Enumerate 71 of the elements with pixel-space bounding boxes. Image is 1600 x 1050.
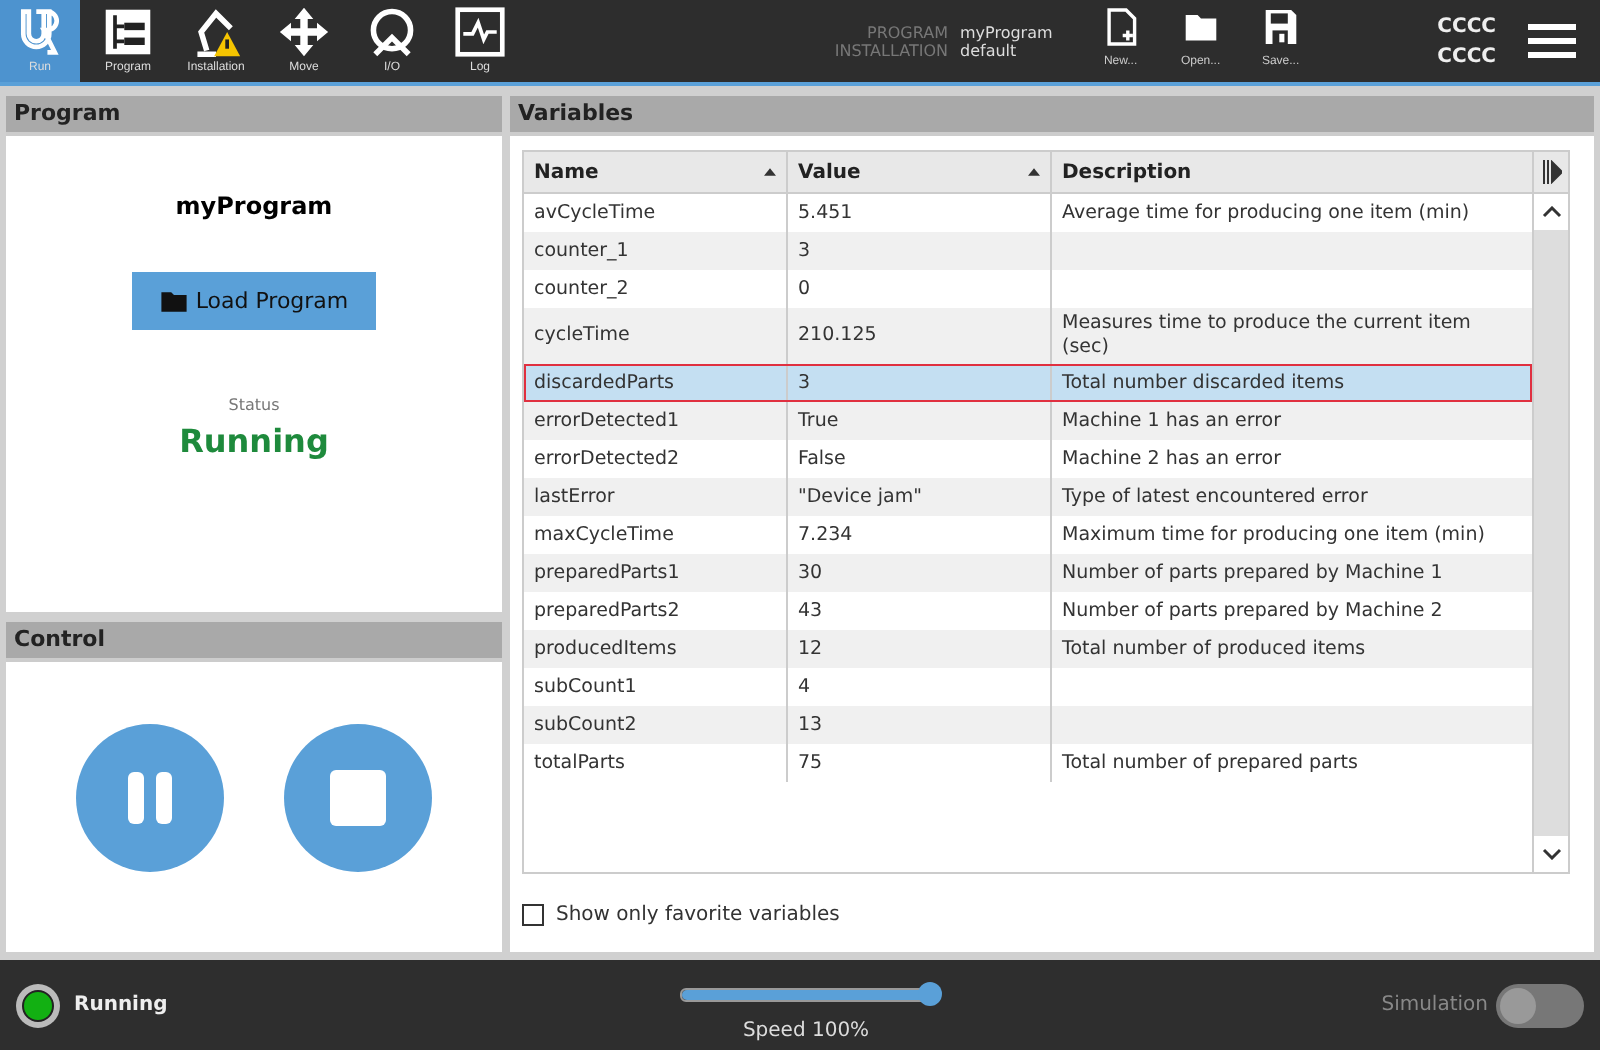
table-cell: 3 bbox=[788, 232, 1052, 270]
variable-row[interactable]: producedItems 12 Total number of produced items bbox=[524, 630, 1532, 668]
variable-row[interactable]: errorDetected1 True Machine 1 has an error bbox=[524, 402, 1532, 440]
column-header[interactable]: Value bbox=[788, 152, 1052, 192]
io-dial-icon bbox=[366, 6, 418, 58]
table-cell-text: Type of latest encountered error bbox=[1060, 483, 1370, 511]
table-cell: True bbox=[788, 402, 1052, 440]
table-cell: preparedParts1 bbox=[524, 554, 788, 592]
table-cell-text: Measures time to produce the current item (sec) bbox=[1060, 310, 1473, 362]
checkbox[interactable] bbox=[522, 904, 544, 926]
info-value: myProgram bbox=[960, 23, 1053, 41]
table-cell-text: Average time for producing one item (min) bbox=[1060, 199, 1472, 227]
variable-row[interactable]: lastError "Device jam" Type of latest encountered error bbox=[524, 478, 1532, 516]
sort-arrow-icon bbox=[1028, 168, 1040, 176]
variable-row[interactable]: cycleTime 210.125 Measures time to produce the current item (sec) bbox=[524, 308, 1532, 364]
info-label: PROGRAM bbox=[865, 23, 948, 41]
table-cell-text: Total number of produced items bbox=[1060, 635, 1368, 663]
variable-row[interactable]: discardedParts 3 Total number discarded items bbox=[524, 364, 1532, 402]
panel-title: Variables bbox=[510, 96, 1594, 136]
column-label: Value bbox=[798, 161, 861, 183]
table-cell-text: Machine 2 has an error bbox=[1060, 445, 1284, 473]
save-icon bbox=[1263, 8, 1298, 46]
robot-name: CCCC bbox=[1437, 43, 1496, 71]
sort-arrow-icon bbox=[764, 168, 776, 176]
table-cell: totalParts bbox=[524, 744, 788, 782]
program-name: myProgram bbox=[175, 192, 333, 220]
load-program-button[interactable]: Load Program bbox=[132, 272, 376, 330]
table-cell: lastError bbox=[524, 478, 788, 516]
panel-title: Program bbox=[6, 96, 502, 136]
folder-icon bbox=[159, 289, 188, 313]
column-label: Description bbox=[1062, 161, 1192, 183]
table-cell-text: Total number of prepared parts bbox=[1060, 749, 1360, 777]
table-cell-text: Maximum time for producing one item (min) bbox=[1060, 521, 1487, 549]
table-cell: 75 bbox=[788, 744, 1052, 782]
status-indicator bbox=[16, 983, 60, 1027]
table-cell: counter_1 bbox=[524, 232, 788, 270]
table-cell: errorDetected1 bbox=[524, 402, 788, 440]
variable-row[interactable]: preparedParts1 30 Number of parts prepared by Machine 1 bbox=[524, 554, 1532, 592]
column-label: Name bbox=[534, 161, 599, 183]
table-cell: "Device jam" bbox=[788, 478, 1052, 516]
table-cell-text: Total number discarded items bbox=[1060, 369, 1347, 397]
column-toggle-icon[interactable] bbox=[1534, 152, 1568, 194]
simulation-label: Simulation bbox=[1381, 994, 1488, 1016]
log-graph-icon bbox=[454, 6, 506, 58]
table-cell: 13 bbox=[788, 706, 1052, 744]
simulation-toggle[interactable] bbox=[1496, 983, 1584, 1027]
info-value: default bbox=[960, 41, 1017, 59]
stop-icon bbox=[328, 767, 388, 827]
program-tree-icon bbox=[102, 6, 154, 58]
column-header[interactable]: Name bbox=[524, 152, 788, 192]
speed-label: Speed 100% bbox=[742, 1020, 870, 1042]
variable-row[interactable]: counter_1 3 bbox=[524, 232, 1532, 270]
table-cell-text: Number of parts prepared by Machine 2 bbox=[1060, 597, 1445, 625]
table-cell: producedItems bbox=[524, 630, 788, 668]
robot-state: Running bbox=[74, 994, 168, 1016]
status-value: Running bbox=[179, 422, 329, 460]
variable-row[interactable]: subCount2 13 bbox=[524, 706, 1532, 744]
table-cell: 12 bbox=[788, 630, 1052, 668]
robot-name: CCCC bbox=[1437, 13, 1496, 41]
status-label: Status bbox=[228, 396, 280, 414]
table-cell: subCount2 bbox=[524, 706, 788, 744]
table-cell-text: Number of parts prepared by Machine 1 bbox=[1060, 559, 1445, 587]
panel-title: Control bbox=[6, 622, 502, 662]
table-cell: 30 bbox=[788, 554, 1052, 592]
new-file-icon bbox=[1103, 8, 1138, 46]
info-label: INSTALLATION bbox=[832, 41, 948, 59]
column-header[interactable]: Description bbox=[1052, 152, 1532, 192]
variable-row[interactable]: totalParts 75 Total number of prepared parts bbox=[524, 744, 1532, 782]
move-arrows-icon bbox=[278, 6, 330, 58]
checkbox-label: Show only favorite variables bbox=[556, 904, 840, 926]
table-cell-text: Machine 1 has an error bbox=[1060, 407, 1284, 435]
